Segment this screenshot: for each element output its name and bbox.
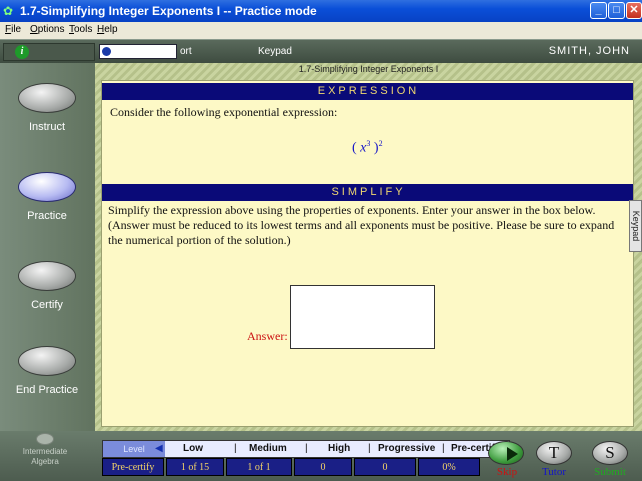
menu-options[interactable]: Options [30,24,64,35]
maximize-button[interactable]: □ [608,2,625,19]
level-header-row: Level ◀ Low | Medium | High | Progressiv… [102,440,510,458]
nav-oval-icon [18,261,76,291]
skip-label: Skip [496,466,518,478]
nav-certify-button[interactable]: Certify [14,261,80,311]
math-expression: ( x3 )2 [352,139,383,156]
app-icon: ✿ [3,4,14,18]
logo-line2: Algebra [31,457,59,466]
level-col-medium: Medium [249,443,287,454]
skip-arrow-icon [507,447,518,461]
submit-letter: S [605,443,615,462]
logo-line1: Intermediate [22,447,68,456]
info-icon[interactable]: i [15,45,29,59]
bottom-bar: Intermediate Algebra Level ◀ Low | Mediu… [0,431,642,481]
keypad-tab-label: Keypad [631,210,641,242]
level-value: 1 of 1 [226,458,292,476]
progress-label: ort [180,46,192,57]
left-nav: Instruct Practice Certify End Practice [0,63,95,431]
menu-file[interactable]: File [5,24,21,35]
close-button[interactable]: ✕ [626,2,642,19]
nav-oval-icon [18,172,76,202]
level-value: 0 [294,458,352,476]
level-col-high: High [328,443,351,454]
nav-label: Practice [27,210,67,222]
logo-icon [36,433,54,445]
tutor-label: Tutor [541,466,567,478]
answer-label: Answer: [247,329,288,343]
progress-indicator-icon [102,47,111,56]
keypad-side-tab[interactable]: Keypad [629,200,642,252]
level-separator: | [234,443,237,454]
level-col-progressive: Progressive [378,443,436,454]
keypad-label[interactable]: Keypad [258,46,292,57]
simplify-instructions: Simplify the expression above using the … [108,203,615,247]
expression-header: EXPRESSION [102,83,633,100]
nav-label: End Practice [15,384,79,396]
outer-exponent: 2 [378,139,383,148]
nav-label: Certify [31,299,63,311]
level-panel: Level ◀ Low | Medium | High | Progressiv… [102,440,510,478]
level-value: 1 of 15 [166,458,224,476]
section-caption: 1.7-Simplifying Integer Exponents I [298,64,439,74]
level-value: Pre-certify [102,458,164,476]
progress-field [99,44,177,59]
skip-button[interactable] [488,441,524,465]
menu-bar: File Options Tools Help [0,22,642,39]
nav-practice-button[interactable]: Practice [14,172,80,222]
inner-exponent: 3 [366,139,371,148]
main-frame: 1.7-Simplifying Integer Exponents I EXPR… [95,63,642,433]
tutor-button[interactable]: T [536,441,572,465]
level-arrow-icon[interactable]: ◀ [155,443,163,454]
expression-prompt: Consider the following exponential expre… [110,105,338,119]
nav-oval-icon [18,346,76,376]
level-values-row: Pre-certify 1 of 15 1 of 1 0 0 0% [102,458,510,476]
menu-help[interactable]: Help [97,24,118,35]
nav-oval-icon [18,83,76,113]
product-logo: Intermediate Algebra [6,433,84,467]
answer-input[interactable] [290,285,435,349]
minimize-button[interactable]: _ [590,2,607,19]
status-row: i ort Keypad SMITH, JOHN [0,39,642,63]
level-separator: | [368,443,371,454]
simplify-header: SIMPLIFY [102,184,633,201]
tutor-letter: T [548,443,560,462]
level-separator: | [305,443,308,454]
submit-label: Submit [594,466,626,478]
title-bar: ✿ 1.7-Simplifying Integer Exponents I --… [0,0,642,22]
menu-tools[interactable]: Tools [69,24,92,35]
nav-end-practice-button[interactable]: End Practice [14,346,80,396]
level-value: 0% [418,458,480,476]
window-title: 1.7-Simplifying Integer Exponents I -- P… [20,4,317,18]
level-value: 0 [354,458,416,476]
user-name: SMITH, JOHN [548,45,630,57]
nav-instruct-button[interactable]: Instruct [14,83,80,133]
level-separator: | [442,443,445,454]
problem-content: EXPRESSION Consider the following expone… [101,80,634,427]
level-col-low: Low [183,443,203,454]
nav-label: Instruct [28,121,66,133]
submit-button[interactable]: S [592,441,628,465]
